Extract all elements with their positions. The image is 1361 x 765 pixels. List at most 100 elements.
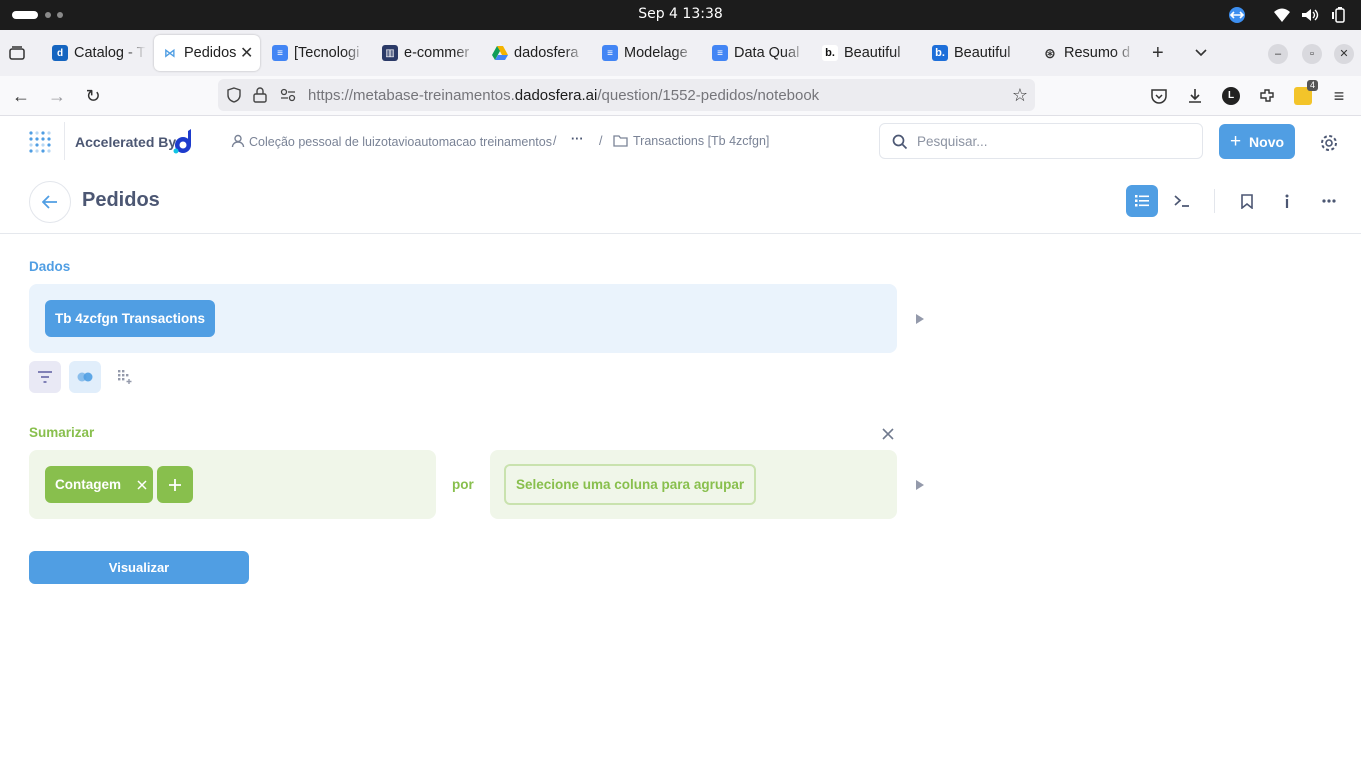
bookmark-star-icon[interactable]: ☆ [1012, 85, 1028, 106]
question-header: Pedidos [0, 167, 1361, 234]
remove-metric-icon[interactable] [137, 479, 147, 490]
metabase-top-nav: Accelerated By Coleção pessoal de luizot… [0, 117, 1361, 167]
tab-catalog[interactable]: d Catalog - T [44, 35, 150, 71]
tab-data-quality[interactable]: ≡ Data Qual [704, 35, 810, 71]
dadosfera-logo-icon [173, 129, 195, 155]
docs-favicon-icon: ≡ [712, 45, 728, 61]
folder-icon [613, 135, 628, 147]
tab-beautiful-2[interactable]: b. Beautiful [924, 35, 1030, 71]
browser-nav-bar: ← → ↻ https://metabase-treinamentos.dado… [0, 76, 1361, 116]
bookmark-button[interactable] [1231, 185, 1263, 217]
more-actions-button[interactable] [1313, 185, 1345, 217]
bookmark-icon [1241, 193, 1253, 209]
url-bar[interactable]: https://metabase-treinamentos.dadosfera.… [218, 79, 1035, 111]
breadcrumb-more-button[interactable]: ··· [571, 132, 584, 146]
tab-beautiful-1[interactable]: b. Beautiful [814, 35, 920, 71]
info-button[interactable] [1271, 185, 1303, 217]
breadcrumb-folder[interactable]: Transactions [Tb 4zcfgn] [613, 134, 769, 148]
preview-summarize-triangle-icon[interactable] [916, 480, 924, 490]
volume-icon[interactable] [1300, 7, 1320, 23]
info-icon [1285, 194, 1289, 208]
tab-favicon-icon: d [52, 45, 68, 61]
close-tab-icon[interactable]: ✕ [240, 43, 253, 63]
back-icon[interactable]: ← [9, 84, 33, 108]
tab-modelagem[interactable]: ≡ Modelage [594, 35, 700, 71]
toolbar-divider [1214, 189, 1215, 213]
filter-icon [38, 371, 52, 383]
add-metric-button[interactable] [157, 466, 193, 503]
clock[interactable]: Sep 4 13:38 [0, 6, 1361, 22]
restore-icon[interactable]: ▫ [1302, 44, 1322, 64]
group-by-column-picker[interactable]: Selecione uma coluna para agrupar [504, 464, 757, 505]
terminal-icon [1174, 195, 1189, 207]
plus-icon: + [1229, 130, 1242, 152]
summarize-step-button[interactable] [69, 361, 101, 393]
question-title[interactable]: Pedidos [82, 189, 160, 212]
data-table-pill[interactable]: Tb 4zcfgn Transactions [45, 300, 216, 337]
new-button[interactable]: + Novo [1219, 124, 1295, 159]
breadcrumb-separator: / [599, 134, 603, 148]
forward-icon[interactable]: → [45, 84, 69, 108]
data-step-box: Tb 4zcfgn Transactions [29, 284, 897, 353]
metric-pill-contagem[interactable]: Contagem [45, 466, 154, 503]
filter-step-button[interactable] [29, 361, 61, 393]
summarize-step-label: Sumarizar [29, 425, 95, 440]
minimize-icon[interactable]: – [1268, 44, 1288, 64]
person-icon [231, 134, 245, 148]
tab-resumo[interactable]: ⊛ Resumo d [1034, 35, 1140, 71]
docs-favicon-icon: ≡ [602, 45, 618, 61]
os-top-bar: Sep 4 13:38 [0, 0, 1361, 30]
new-tab-icon[interactable]: + [1152, 42, 1164, 65]
browser-tab-strip: d Catalog - T ⋈ Pedidos ✕ ≡ [Tecnologi ▥… [0, 30, 1361, 76]
wifi-icon[interactable] [1273, 7, 1291, 23]
url-text[interactable]: https://metabase-treinamentos.dadosfera.… [308, 87, 819, 104]
sql-editor-button[interactable] [1166, 185, 1198, 217]
notebook-icon [1135, 195, 1149, 207]
lock-icon[interactable] [253, 87, 267, 108]
breadcrumb-separator: / [553, 134, 557, 148]
back-button[interactable] [29, 181, 71, 223]
downloads-icon[interactable] [1183, 84, 1207, 108]
metabase-favicon-icon: ⋈ [162, 45, 178, 61]
tab-ecommerce[interactable]: ▥ e-commer [374, 35, 480, 71]
group-by-box: Selecione uma coluna para agrupar [490, 450, 897, 519]
tab-overview-icon[interactable] [8, 44, 26, 67]
shield-icon[interactable] [226, 87, 242, 108]
tab-dadosfera[interactable]: dadosfera [484, 35, 590, 71]
breadcrumb-collection[interactable]: Coleção pessoal de luizotavioautomacao t… [231, 134, 552, 149]
docs-favicon-icon: ≡ [272, 45, 288, 61]
settings-gear-icon[interactable] [1320, 134, 1338, 157]
data-step-label: Dados [29, 259, 71, 274]
visualize-button[interactable]: Visualizar [29, 551, 249, 584]
search-icon [892, 134, 908, 150]
header-divider [64, 122, 65, 160]
tab-pedidos[interactable]: ⋈ Pedidos ✕ [154, 35, 260, 71]
add-column-icon [118, 370, 132, 384]
metrics-box: Contagem [29, 450, 436, 519]
bsoup-favicon-icon: b. [932, 45, 948, 61]
menu-hamburger-icon[interactable]: ≡ [1327, 84, 1351, 108]
battery-icon[interactable] [1330, 7, 1348, 23]
tab-tecnologia[interactable]: ≡ [Tecnologi [264, 35, 370, 71]
permissions-icon[interactable] [280, 88, 296, 107]
extension-badge-icon[interactable]: 4 [1291, 80, 1318, 108]
teamviewer-icon[interactable] [1228, 7, 1246, 23]
notebook-toggle-button[interactable] [1126, 185, 1158, 217]
extensions-icon[interactable] [1255, 84, 1279, 108]
plus-icon [169, 478, 181, 491]
search-input[interactable]: Pesquisar... [879, 123, 1203, 159]
openai-favicon-icon: ⊛ [1044, 44, 1056, 61]
preview-data-triangle-icon[interactable] [916, 314, 924, 324]
tab-list-chevron-icon[interactable] [1193, 44, 1209, 65]
by-label: por [452, 477, 474, 492]
trello-favicon-icon: ▥ [382, 45, 398, 61]
remove-summarize-icon[interactable] [882, 427, 894, 445]
account-avatar-icon[interactable]: L [1219, 84, 1243, 108]
arrow-left-icon [42, 195, 57, 209]
close-window-icon[interactable]: ✕ [1334, 44, 1354, 64]
join-icon [77, 372, 93, 382]
pocket-icon[interactable] [1147, 84, 1171, 108]
custom-column-step-button[interactable] [109, 361, 141, 393]
reload-icon[interactable]: ↻ [81, 84, 105, 108]
metabase-logo-icon[interactable] [28, 129, 54, 155]
